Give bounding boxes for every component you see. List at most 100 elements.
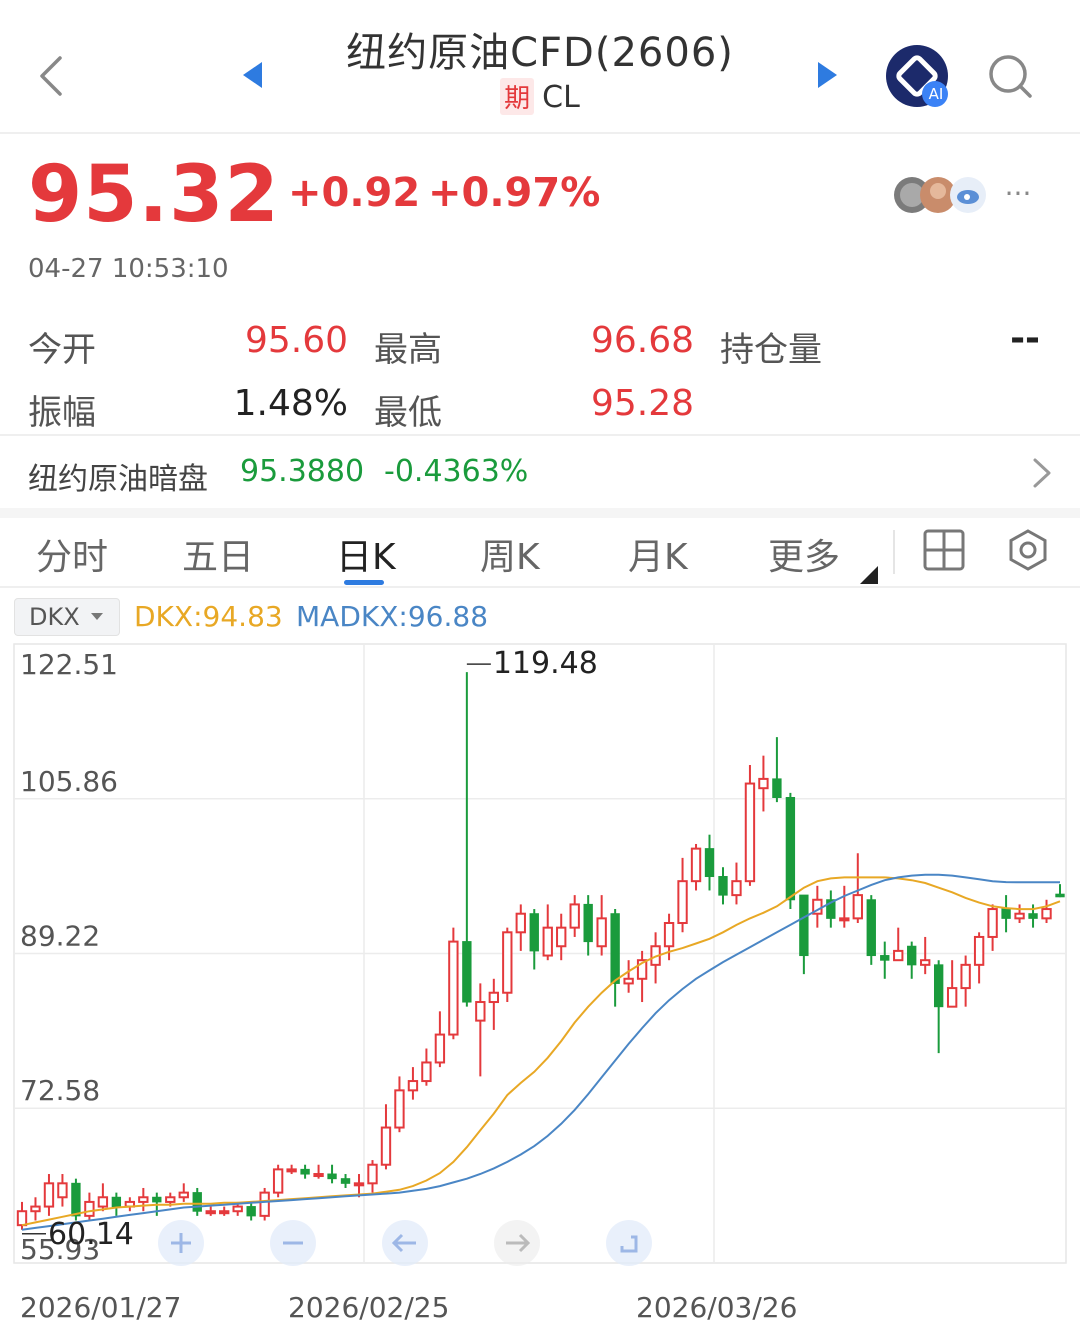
candle-body [596, 917, 607, 948]
zoom-out-button[interactable] [270, 1220, 316, 1266]
candle-body [475, 1001, 486, 1022]
ai-badge: AI [928, 85, 944, 103]
candle-body [111, 1196, 122, 1208]
zoom-in-button[interactable] [158, 1220, 204, 1266]
candle-body [353, 1182, 365, 1187]
dark-pool-label: 纽约原油暗盘 [28, 462, 208, 497]
high-value: 96.68 [590, 320, 694, 361]
candle-body [1055, 893, 1065, 898]
candle-body [866, 899, 876, 957]
layout-button[interactable] [922, 528, 966, 572]
dropdown-corner-icon [860, 566, 878, 584]
candle-body [1014, 912, 1025, 920]
candle-body [43, 1182, 55, 1208]
x-tick-label: 2026/02/25 [288, 1291, 449, 1324]
candle-body [583, 903, 593, 943]
candle-body [690, 847, 702, 883]
candle-body [259, 1191, 270, 1217]
minus-icon [283, 1241, 303, 1245]
candle-body [758, 777, 769, 790]
candle-body [165, 1196, 176, 1203]
tab-five-day[interactable]: 五日 [182, 528, 254, 580]
open-label: 今开 [28, 330, 96, 370]
indicator-selector-label: DKX [29, 603, 80, 631]
weibo-icon [950, 177, 986, 213]
candle-body [731, 880, 742, 897]
tabs-divider [0, 586, 1080, 588]
candle-body [542, 926, 553, 957]
candle-body [272, 1168, 284, 1194]
candle-body [933, 964, 944, 1008]
indicator-selector[interactable]: DKX [14, 598, 120, 636]
reset-icon [620, 1235, 638, 1253]
tab-more[interactable]: 更多 [768, 528, 840, 580]
amplitude-label: 振幅 [28, 393, 96, 433]
candle-body [610, 913, 620, 984]
last-price: 95.32 [28, 150, 280, 240]
madkx-value: MADKX:96.88 [296, 600, 489, 633]
reset-view-button[interactable] [606, 1220, 652, 1266]
candle-body [893, 949, 904, 962]
social-avatars[interactable] [892, 175, 992, 215]
triangle-right-icon [818, 62, 837, 88]
high-label: 最高 [374, 330, 442, 370]
tab-intraday[interactable]: 分时 [36, 528, 108, 580]
candle-body [785, 796, 796, 901]
symbol-code: CL [542, 80, 580, 115]
candle-body [1041, 908, 1052, 920]
arrow-right-icon [506, 1233, 531, 1253]
candle-body [313, 1173, 324, 1178]
candle-body [502, 931, 513, 994]
scroll-right-button[interactable] [494, 1220, 540, 1266]
futures-tag: 期 [500, 78, 535, 115]
quote-timestamp: 04-27 10:53:10 [28, 254, 229, 284]
caret-down-icon [91, 613, 103, 620]
ai-assistant-button[interactable]: AI [885, 44, 951, 110]
next-symbol-button[interactable] [816, 60, 840, 90]
more-menu-button[interactable]: ··· [1000, 176, 1036, 212]
candle-body [394, 1089, 405, 1129]
candle-body [219, 1210, 230, 1215]
candle-body [300, 1168, 310, 1175]
candle-body [515, 912, 526, 934]
settings-icon [1009, 529, 1047, 571]
search-button[interactable] [986, 52, 1034, 100]
tab-daily-k[interactable]: 日K [336, 528, 396, 580]
candle-body [97, 1196, 109, 1208]
candle-body [407, 1080, 419, 1092]
price-change-pct: +0.97% [428, 170, 601, 216]
candle-body [421, 1061, 432, 1083]
candle-body [839, 917, 850, 922]
max-price-label: 119.48 [493, 646, 598, 681]
y-tick-label: 122.51 [20, 648, 118, 681]
madkx-line [21, 873, 1060, 1231]
candle-body [946, 987, 958, 1008]
x-tick-label: 2026/03/26 [636, 1291, 797, 1324]
candle-body [529, 913, 539, 952]
dkx-line [21, 876, 1061, 1227]
candle-body [569, 903, 580, 929]
scroll-left-button[interactable] [382, 1220, 428, 1266]
amplitude-value: 1.48% [233, 383, 348, 424]
low-label: 最低 [374, 393, 442, 433]
candle-body [286, 1168, 297, 1173]
candle-body [57, 1182, 68, 1199]
candle-body [799, 894, 809, 957]
candle-body [232, 1205, 243, 1213]
candle-body [16, 1210, 28, 1227]
chart-settings-button[interactable] [1006, 528, 1050, 572]
candle-body [178, 1191, 189, 1199]
tab-weekly-k[interactable]: 周K [480, 528, 540, 580]
candle-body [920, 959, 931, 966]
candle-body [704, 848, 715, 878]
candle-body [772, 778, 782, 798]
tab-monthly-k[interactable]: 月K [628, 528, 688, 580]
candle-body [205, 1210, 216, 1215]
plus-icon [171, 1233, 191, 1253]
low-value: 95.28 [590, 383, 694, 424]
candle-body [138, 1196, 149, 1203]
tab-separator [893, 530, 895, 574]
candle-body [556, 926, 567, 948]
dark-pool-row[interactable]: 纽约原油暗盘 95.3880 -0.4363% [0, 436, 1080, 508]
min-price-label: 60.14 [48, 1217, 134, 1252]
